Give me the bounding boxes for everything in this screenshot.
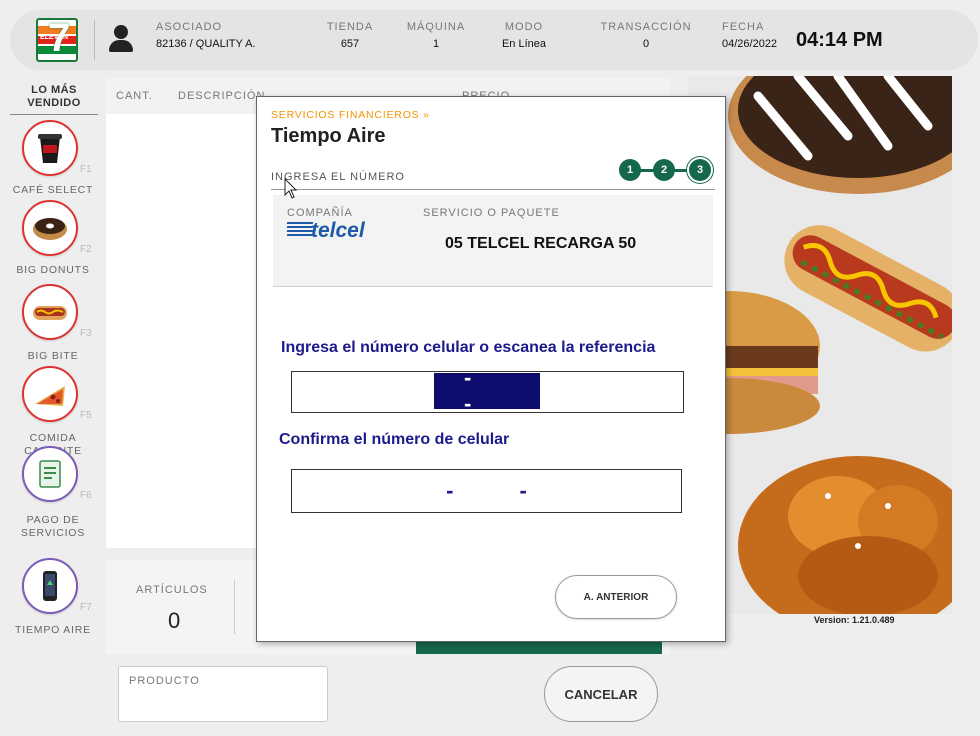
coffee-cup-icon bbox=[22, 120, 78, 176]
confirm-prompt: Confirma el número de celular bbox=[279, 431, 510, 448]
service-value: 05 TELCEL RECARGA 50 bbox=[445, 235, 637, 252]
promo-banner bbox=[688, 76, 952, 614]
phone-icon bbox=[22, 558, 78, 614]
sidebar-item-comida-caliente[interactable]: F5 COMIDACALIENTE bbox=[6, 366, 100, 457]
sidebar-item-tiempo-aire[interactable]: F7 TIEMPO AIRE bbox=[6, 558, 100, 648]
step-2: 2 bbox=[653, 159, 675, 181]
service-info-panel: COMPAÑÍA SERVICIO O PAQUETE telcel 05 TE… bbox=[273, 195, 713, 287]
pizza-icon bbox=[22, 366, 78, 422]
bill-icon bbox=[22, 446, 78, 502]
user-icon bbox=[108, 25, 134, 53]
step-divider bbox=[271, 189, 715, 190]
sidebar-item-big-donuts[interactable]: F2 BIG DONUTS bbox=[6, 200, 100, 290]
step-indicator: 1 2 3 bbox=[619, 157, 719, 185]
telcel-logo-lines bbox=[286, 222, 314, 240]
sidebar-item-pago-servicios[interactable]: F6 PAGO DE SERVICIOS bbox=[6, 446, 100, 539]
bread-image bbox=[738, 456, 952, 614]
sidebar-item-label-pago: PAGO DE SERVICIOS bbox=[20, 514, 86, 539]
articles-count: 0 bbox=[168, 608, 181, 633]
sidebar-item-cafe-select[interactable]: F1 CAFÉ SELECT bbox=[6, 120, 100, 210]
mode-field: MODO En Línea bbox=[501, 21, 547, 50]
sidebar-item-big-bite[interactable]: F3 BIG BITE bbox=[6, 284, 100, 374]
step-1: 1 bbox=[619, 159, 641, 181]
date-field: FECHA 04/26/2022 bbox=[722, 21, 778, 50]
pay-button-bar[interactable] bbox=[416, 640, 662, 654]
version-label: Version: 1.21.0.489 bbox=[814, 615, 895, 625]
phone-number-input[interactable]: - - bbox=[291, 365, 684, 416]
donut-image bbox=[728, 76, 952, 194]
breadcrumb[interactable]: SERVICIOS FINANCIEROS » bbox=[271, 109, 430, 121]
step-3: 3 bbox=[689, 159, 711, 181]
store-field: TIENDA 657 bbox=[326, 21, 374, 50]
tiempo-aire-dialog: SERVICIOS FINANCIEROS » Tiempo Aire 1 2 … bbox=[256, 96, 726, 642]
donut-icon bbox=[22, 200, 78, 256]
product-input[interactable]: PRODUCTO bbox=[118, 666, 328, 722]
articles-label: ARTÍCULOS bbox=[136, 584, 208, 596]
previous-button[interactable]: A. ANTERIOR bbox=[555, 575, 677, 619]
cancel-button[interactable]: CANCELAR bbox=[544, 666, 658, 722]
company-label: COMPAÑÍA bbox=[287, 207, 353, 219]
clock-time: 04:14 PM bbox=[796, 29, 883, 51]
dialog-title: Tiempo Aire bbox=[271, 125, 386, 147]
header-divider bbox=[94, 20, 95, 60]
hotdog-icon bbox=[22, 284, 78, 340]
sidebar-title: LO MÁS VENDIDO bbox=[27, 84, 81, 109]
telcel-logo: telcel bbox=[311, 219, 365, 242]
number-prompt: Ingresa el número celular o escanea la r… bbox=[281, 339, 656, 356]
confirm-number-input[interactable]: - - bbox=[291, 469, 682, 513]
machine-field: MÁQUINA 1 bbox=[406, 21, 466, 50]
service-label: SERVICIO O PAQUETE bbox=[423, 207, 560, 219]
transaction-field: TRANSACCIÓN 0 bbox=[600, 21, 692, 50]
seven-eleven-logo: 7 ELEVEN bbox=[36, 18, 78, 62]
totals-divider bbox=[234, 580, 235, 634]
phone-number-selection: - - bbox=[434, 365, 540, 416]
mouse-cursor-icon bbox=[284, 178, 298, 199]
associate-field: ASOCIADO 82136 / QUALITY A. bbox=[156, 21, 256, 50]
top-header-bar: 7 ELEVEN ASOCIADO 82136 / QUALITY A. TIE… bbox=[10, 10, 978, 70]
sidebar-title-divider bbox=[10, 114, 98, 115]
best-sellers-sidebar: LO MÁS VENDIDO F1 CAFÉ SELECT F2 BIG DON… bbox=[6, 80, 100, 660]
